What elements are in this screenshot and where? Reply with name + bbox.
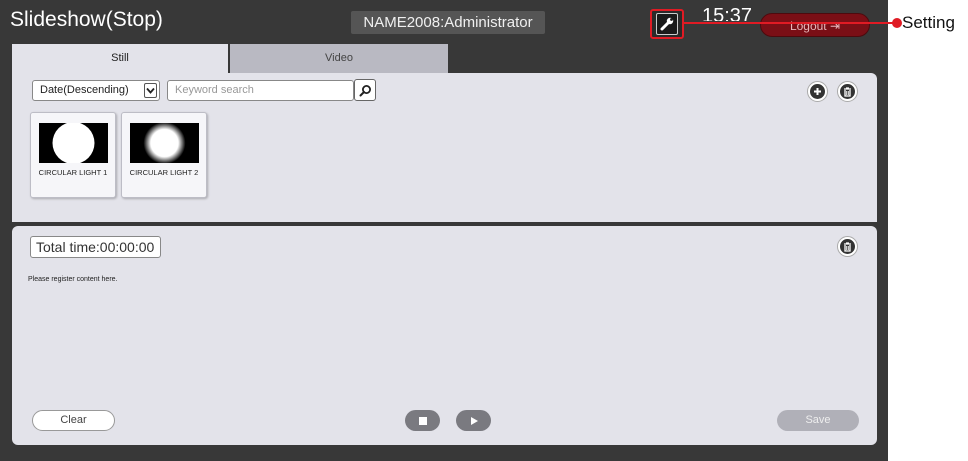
user-name-display: NAME2008:Administrator <box>351 11 545 34</box>
slideshow-app: Slideshow(Stop) NAME2008:Administrator 1… <box>0 0 888 461</box>
content-library-panel: Date(Descending) Keyword search CIRCULAR… <box>12 73 877 222</box>
settings-button[interactable] <box>650 9 684 39</box>
delete-playlist-button[interactable] <box>837 236 858 257</box>
add-content-button[interactable] <box>807 81 828 102</box>
search-button[interactable] <box>354 79 376 101</box>
clear-button[interactable]: Clear <box>32 410 115 431</box>
logout-button[interactable]: Logout ⇥ <box>760 13 870 37</box>
stop-button[interactable] <box>405 410 440 431</box>
stop-icon <box>418 416 427 425</box>
total-time-display: Total time:00:00:00 <box>30 236 161 258</box>
chevron-down-icon <box>144 83 157 98</box>
content-thumbnail[interactable]: CIRCULAR LIGHT 1 <box>30 112 116 198</box>
wrench-icon <box>656 13 678 35</box>
clock: 15:37 <box>702 5 753 21</box>
thumbnail-label: CIRCULAR LIGHT 1 <box>38 168 108 177</box>
playlist-panel: Total time:00:00:00 Please register cont… <box>12 226 877 445</box>
save-button[interactable]: Save <box>777 410 859 431</box>
trash-icon <box>840 239 855 254</box>
tab-video[interactable]: Video <box>230 44 448 73</box>
empty-playlist-hint: Please register content here. <box>28 276 118 283</box>
thumbnail-label: CIRCULAR LIGHT 2 <box>129 168 199 177</box>
page-title: Slideshow(Stop) <box>10 8 163 31</box>
setting-callout-label: Setting <box>902 13 955 32</box>
play-button[interactable] <box>456 410 491 431</box>
thumbnail-image <box>39 123 108 163</box>
search-input[interactable]: Keyword search <box>167 80 354 101</box>
plus-icon <box>810 84 825 99</box>
search-icon <box>359 84 371 96</box>
sort-value: Date(Descending) <box>40 84 129 96</box>
thumbnail-image <box>130 123 199 163</box>
callout-line <box>684 22 898 24</box>
tab-still[interactable]: Still <box>12 44 228 73</box>
delete-content-button[interactable] <box>837 81 858 102</box>
callout-dot <box>892 18 902 28</box>
play-icon <box>470 416 478 425</box>
sort-dropdown[interactable]: Date(Descending) <box>32 80 160 101</box>
content-thumbnail[interactable]: CIRCULAR LIGHT 2 <box>121 112 207 198</box>
trash-icon <box>840 84 855 99</box>
